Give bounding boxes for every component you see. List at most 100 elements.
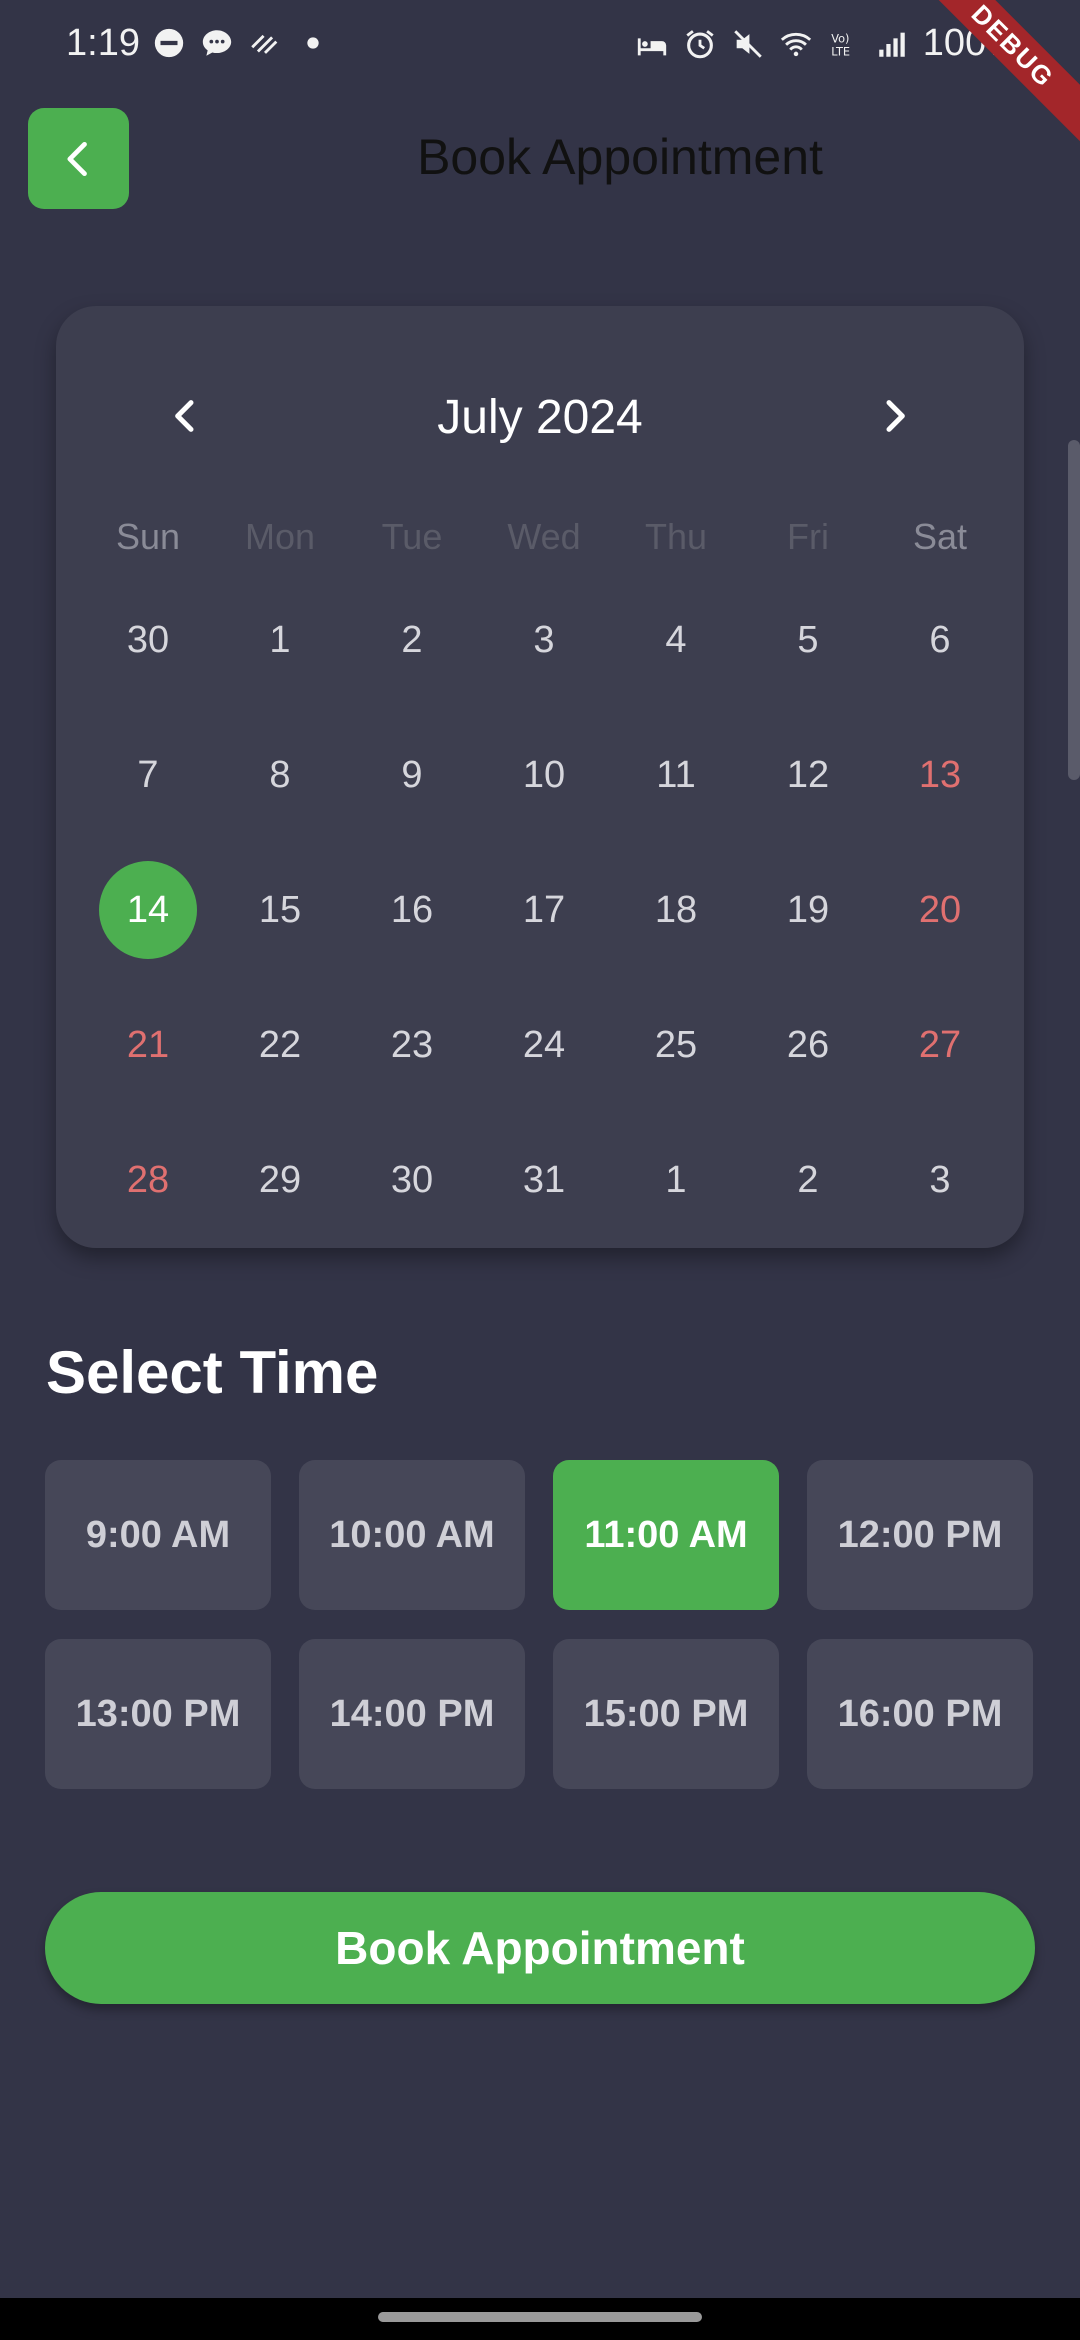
time-slot[interactable]: 14:00 PM xyxy=(299,1639,525,1789)
calendar-day[interactable]: 2 xyxy=(346,590,478,690)
weekday-label: Tue xyxy=(381,516,443,557)
chevron-right-icon xyxy=(886,400,905,432)
day-number: 2 xyxy=(401,618,423,661)
calendar-day[interactable]: 3 xyxy=(874,1130,1006,1230)
day-number: 12 xyxy=(786,753,830,796)
calendar-day[interactable]: 17 xyxy=(478,860,610,960)
calendar-day[interactable]: 26 xyxy=(742,995,874,1095)
calendar-day[interactable]: 31 xyxy=(478,1130,610,1230)
day-number: 8 xyxy=(269,753,291,796)
time-slot[interactable]: 13:00 PM xyxy=(45,1639,271,1789)
calendar-day[interactable]: 1 xyxy=(610,1130,742,1230)
select-time-heading: Select Time xyxy=(46,1339,379,1406)
status-time: 1:19 xyxy=(66,22,140,64)
status-bar: 1:19 Vo) LTE 100% DEBUG xyxy=(0,0,1080,149)
calendar-day-selected[interactable]: 14 xyxy=(82,860,214,960)
weekday-header: Sun Mon Tue Wed Thu Fri Sat xyxy=(82,516,1006,558)
app-screen: 1:19 Vo) LTE 100% DEBUG Book Appointment … xyxy=(0,0,1080,2340)
day-number: 17 xyxy=(522,888,566,931)
book-appointment-button[interactable]: Book Appointment xyxy=(45,1892,1035,2004)
calendar-day[interactable]: 10 xyxy=(478,725,610,825)
calendar-day[interactable]: 29 xyxy=(214,1130,346,1230)
message-icon xyxy=(202,30,232,56)
day-number: 30 xyxy=(390,1158,434,1201)
day-number: 6 xyxy=(929,618,951,661)
calendar-day-weekend[interactable]: 21 xyxy=(82,995,214,1095)
weekday-label: Sat xyxy=(912,516,968,557)
day-number: 30 xyxy=(126,618,170,661)
calendar-day[interactable]: 19 xyxy=(742,860,874,960)
calendar-day[interactable]: 5 xyxy=(742,590,874,690)
calendar-day-weekend[interactable]: 13 xyxy=(874,725,1006,825)
day-number: 11 xyxy=(656,753,696,796)
home-gesture-handle[interactable] xyxy=(378,2312,702,2322)
day-number: 25 xyxy=(654,1023,698,1066)
time-slot-row: 13:00 PM 14:00 PM 15:00 PM 16:00 PM xyxy=(45,1639,1035,1789)
notification-icons xyxy=(152,26,330,60)
calendar-day[interactable]: 11 xyxy=(610,725,742,825)
calendar-week: 28 29 30 31 1 2 3 xyxy=(82,1130,1006,1265)
calendar-day[interactable]: 22 xyxy=(214,995,346,1095)
day-number: 20 xyxy=(918,888,962,931)
calendar-day[interactable]: 16 xyxy=(346,860,478,960)
calendar-day-weekend[interactable]: 27 xyxy=(874,995,1006,1095)
svg-text:LTE: LTE xyxy=(831,44,850,58)
calendar-day[interactable]: 18 xyxy=(610,860,742,960)
calendar-day-weekend[interactable]: 20 xyxy=(874,860,1006,960)
day-number: 13 xyxy=(918,753,962,796)
calendar-grid: 30 1 2 3 4 5 6 7 8 9 10 11 12 13 14 15 1… xyxy=(82,590,1006,1265)
time-slot-selected[interactable]: 11:00 AM xyxy=(553,1460,779,1610)
calendar-day[interactable]: 9 xyxy=(346,725,478,825)
system-icons: Vo) LTE 100% xyxy=(635,22,1020,65)
day-number: 26 xyxy=(786,1023,830,1066)
calendar-day[interactable]: 2 xyxy=(742,1130,874,1230)
calendar-week: 7 8 9 10 11 12 13 xyxy=(82,725,1006,860)
calendar-day[interactable]: 8 xyxy=(214,725,346,825)
day-number: 27 xyxy=(918,1023,962,1066)
alarm-icon xyxy=(686,29,714,58)
calendar-card: July 2024 Sun Mon Tue Wed Thu Fri Sat 30… xyxy=(56,306,1024,1248)
time-slot[interactable]: 9:00 AM xyxy=(45,1460,271,1610)
day-number: 2 xyxy=(797,1158,819,1201)
day-number: 23 xyxy=(390,1023,434,1066)
calendar-day[interactable]: 4 xyxy=(610,590,742,690)
day-number: 24 xyxy=(522,1023,566,1066)
calendar-day[interactable]: 6 xyxy=(874,590,1006,690)
day-number: 5 xyxy=(797,618,819,661)
weekday-label: Wed xyxy=(507,516,581,557)
time-slot[interactable]: 10:00 AM xyxy=(299,1460,525,1610)
time-slot[interactable]: 15:00 PM xyxy=(553,1639,779,1789)
time-slot[interactable]: 16:00 PM xyxy=(807,1639,1033,1789)
calendar-day[interactable]: 3 xyxy=(478,590,610,690)
day-number: 19 xyxy=(786,888,830,931)
day-number: 22 xyxy=(258,1023,302,1066)
day-number: 21 xyxy=(126,1023,170,1066)
time-slot-grid: 9:00 AM 10:00 AM 11:00 AM 12:00 PM 13:00… xyxy=(45,1460,1035,1818)
next-month-button[interactable] xyxy=(864,386,924,446)
calendar-day[interactable]: 7 xyxy=(82,725,214,825)
day-number: 7 xyxy=(137,753,159,796)
day-number: 3 xyxy=(533,618,555,661)
calendar-day[interactable]: 12 xyxy=(742,725,874,825)
calendar-day[interactable]: 15 xyxy=(214,860,346,960)
calendar-day[interactable]: 24 xyxy=(478,995,610,1095)
time-slot[interactable]: 12:00 PM xyxy=(807,1460,1033,1610)
calendar-day[interactable]: 1 xyxy=(214,590,346,690)
day-number: 31 xyxy=(522,1158,566,1201)
calendar-day[interactable]: 30 xyxy=(346,1130,478,1230)
signal-icon xyxy=(879,32,905,57)
weekday-label: Thu xyxy=(644,516,708,557)
weekday-label: Mon xyxy=(244,516,316,557)
scrollbar-thumb[interactable] xyxy=(1068,440,1080,780)
page-title: Book Appointment xyxy=(417,129,823,185)
calendar-week: 14 15 16 17 18 19 20 xyxy=(82,860,1006,995)
calendar-day[interactable]: 23 xyxy=(346,995,478,1095)
calendar-day[interactable]: 30 xyxy=(82,590,214,690)
calendar-day[interactable]: 25 xyxy=(610,995,742,1095)
do-not-disturb-icon xyxy=(154,28,184,58)
calendar-day-weekend[interactable]: 28 xyxy=(82,1130,214,1230)
day-number: 29 xyxy=(258,1158,302,1201)
day-number: 28 xyxy=(126,1158,170,1201)
day-number: 9 xyxy=(401,753,423,796)
mute-icon xyxy=(734,29,762,58)
